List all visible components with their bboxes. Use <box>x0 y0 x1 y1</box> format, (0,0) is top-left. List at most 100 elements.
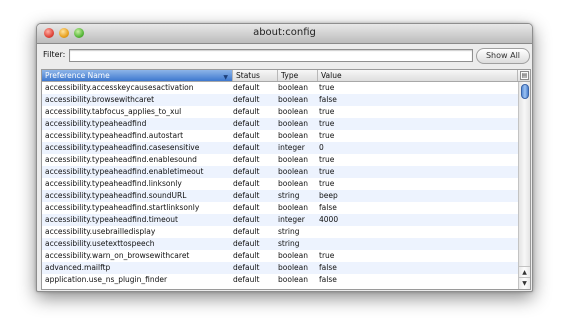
cell-status: default <box>233 119 260 128</box>
table-row[interactable]: accessibility.typeaheadfind.linksonly def… <box>42 178 518 190</box>
cell-value: false <box>319 95 337 104</box>
scroll-thumb[interactable] <box>521 84 529 99</box>
cell-value: true <box>319 83 335 92</box>
table-row[interactable]: accessibility.typeaheadfind.soundURL defa… <box>42 190 518 202</box>
cell-value: 4000 <box>319 215 339 224</box>
vertical-scrollbar[interactable]: ▲ ▼ <box>518 82 530 289</box>
column-header-label: Type <box>281 71 299 80</box>
cell-type: string <box>278 239 300 248</box>
cell-type: integer <box>278 143 305 152</box>
cell-type: boolean <box>278 95 308 104</box>
cell-preference-name: application.use_ns_plugin_finder <box>45 275 168 284</box>
table-row[interactable]: accessibility.typeaheadfind.casesensitiv… <box>42 142 518 154</box>
cell-status: default <box>233 143 260 152</box>
cell-type: string <box>278 227 300 236</box>
show-all-button[interactable]: Show All <box>476 48 530 64</box>
cell-status: default <box>233 95 260 104</box>
cell-type: boolean <box>278 179 308 188</box>
table-row[interactable]: accessibility.typeaheadfind.startlinkson… <box>42 202 518 214</box>
cell-type: boolean <box>278 251 308 260</box>
cell-preference-name: accessibility.usetexttospeech <box>45 239 155 248</box>
cell-status: default <box>233 239 260 248</box>
cell-status: default <box>233 227 260 236</box>
about-config-window: about:config Filter: Show All Preference… <box>36 23 533 292</box>
cell-preference-name: accessibility.typeaheadfind.soundURL <box>45 191 187 200</box>
table-row[interactable]: application.use_ns_plugin_finder default b… <box>42 274 518 286</box>
preferences-table: Preference Name ▼ Status Type Value ▤ ac… <box>41 69 531 290</box>
cell-preference-name: accessibility.typeaheadfind.startlinkson… <box>45 203 200 212</box>
column-header-type[interactable]: Type <box>278 70 318 81</box>
table-row[interactable]: accessibility.typeaheadfind.timeout defau… <box>42 214 518 226</box>
table-header: Preference Name ▼ Status Type Value ▤ <box>42 70 530 82</box>
table-row[interactable]: accessibility.browsewithcaret default bool… <box>42 94 518 106</box>
cell-preference-name: accessibility.typeaheadfind.enabletimeou… <box>45 167 204 176</box>
cell-preference-name: accessibility.typeaheadfind.casesensitiv… <box>45 143 200 152</box>
table-row[interactable]: accessibility.accesskeycausesactivation d… <box>42 82 518 94</box>
cell-preference-name: accessibility.typeaheadfind.enablesound <box>45 155 197 164</box>
cell-status: default <box>233 191 260 200</box>
column-header-label: Status <box>236 71 260 80</box>
table-row[interactable]: accessibility.tabfocus_applies_to_xul def… <box>42 106 518 118</box>
cell-preference-name: accessibility.typeaheadfind.timeout <box>45 215 178 224</box>
cell-status: default <box>233 215 260 224</box>
cell-type: boolean <box>278 203 308 212</box>
cell-status: default <box>233 203 260 212</box>
cell-preference-name: advanced.mailftp <box>45 263 111 272</box>
table-row[interactable]: accessibility.typeaheadfind.enabletimeou… <box>42 166 518 178</box>
cell-status: default <box>233 83 260 92</box>
cell-value: true <box>319 131 335 140</box>
cell-value: true <box>319 107 335 116</box>
cell-value: false <box>319 203 337 212</box>
cell-status: default <box>233 131 260 140</box>
cell-preference-name: accessibility.typeaheadfind.linksonly <box>45 179 182 188</box>
cell-status: default <box>233 275 260 284</box>
cell-preference-name: accessibility.warn_on_browsewithcaret <box>45 251 190 260</box>
cell-type: boolean <box>278 119 308 128</box>
title-bar[interactable]: about:config <box>37 24 532 44</box>
column-header-value[interactable]: Value <box>318 70 518 81</box>
cell-preference-name: accessibility.typeaheadfind.autostart <box>45 131 184 140</box>
table-row[interactable]: accessibility.usebrailledisplay default st… <box>42 226 518 238</box>
cell-value: true <box>319 179 335 188</box>
column-header-status[interactable]: Status <box>233 70 278 81</box>
cell-value: beep <box>319 191 338 200</box>
triangle-down-icon[interactable]: ▼ <box>519 277 530 289</box>
column-header-preference-name[interactable]: Preference Name ▼ <box>42 70 233 81</box>
cell-status: default <box>233 155 260 164</box>
cell-type: string <box>278 191 300 200</box>
cell-preference-name: accessibility.browsewithcaret <box>45 95 155 104</box>
cell-value: false <box>319 275 337 284</box>
table-row[interactable]: accessibility.warn_on_browsewithcaret def… <box>42 250 518 262</box>
cell-type: boolean <box>278 83 308 92</box>
table-row[interactable]: advanced.mailftp default boolean false <box>42 262 518 274</box>
table-row[interactable]: accessibility.usetexttospeech default stri… <box>42 238 518 250</box>
cell-type: boolean <box>278 167 308 176</box>
cell-preference-name: accessibility.typeaheadfind <box>45 119 147 128</box>
filter-bar: Filter: Show All <box>37 44 532 68</box>
table-row[interactable]: accessibility.typeaheadfind.autostart def… <box>42 130 518 142</box>
column-picker-icon[interactable]: ▤ <box>520 71 529 80</box>
table-row[interactable]: accessibility.typeaheadfind.enablesound d… <box>42 154 518 166</box>
filter-input[interactable] <box>69 49 473 62</box>
cell-value: true <box>319 251 335 260</box>
window-title: about:config <box>253 27 316 38</box>
cell-preference-name: accessibility.accesskeycausesactivation <box>45 83 194 92</box>
cell-status: default <box>233 107 260 116</box>
cell-type: boolean <box>278 131 308 140</box>
column-header-label: Value <box>321 71 342 80</box>
cell-preference-name: accessibility.usebrailledisplay <box>45 227 156 236</box>
cell-value: true <box>319 167 335 176</box>
cell-status: default <box>233 167 260 176</box>
cell-value: true <box>319 119 335 128</box>
cell-status: default <box>233 251 260 260</box>
column-header-label: Preference Name <box>45 71 110 80</box>
cell-value: true <box>319 155 335 164</box>
cell-type: boolean <box>278 275 308 284</box>
cell-type: integer <box>278 215 305 224</box>
cell-value: false <box>319 263 337 272</box>
table-row[interactable]: accessibility.typeaheadfind default boolea… <box>42 118 518 130</box>
cell-preference-name: accessibility.tabfocus_applies_to_xul <box>45 107 182 116</box>
filter-label: Filter: <box>43 50 66 59</box>
cell-type: boolean <box>278 107 308 116</box>
cell-type: boolean <box>278 155 308 164</box>
